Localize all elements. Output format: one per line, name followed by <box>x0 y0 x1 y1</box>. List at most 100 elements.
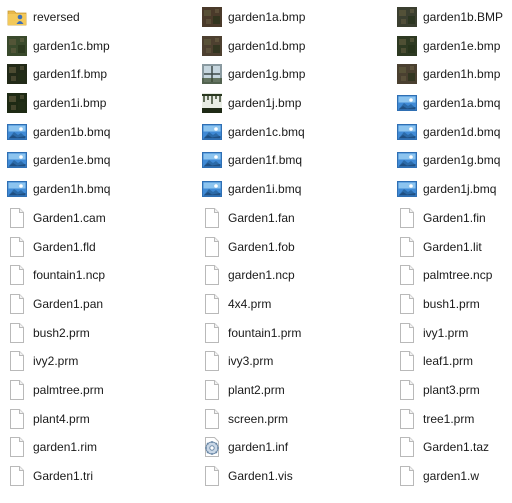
blank-file-icon <box>397 265 417 286</box>
blank-file-icon <box>202 379 222 400</box>
file-item[interactable]: bush1.prm <box>397 290 512 318</box>
file-item[interactable]: garden1g.bmq <box>397 146 512 174</box>
blank-file-icon <box>202 293 222 314</box>
file-name: garden1d.bmp <box>228 38 306 53</box>
file-item[interactable]: garden1g.bmp <box>202 60 392 88</box>
file-item[interactable]: garden1.w <box>397 462 512 490</box>
file-row: garden1i.bmp garden1j.bmp garden1a.bmq <box>0 89 512 118</box>
file-name: plant3.prm <box>423 382 480 397</box>
blank-file-icon <box>7 351 27 372</box>
file-item[interactable]: garden1j.bmp <box>202 89 392 117</box>
blank-file-icon <box>397 437 417 458</box>
file-item[interactable]: Garden1.pan <box>7 290 197 318</box>
bmp-thumb-icon <box>397 7 417 27</box>
file-item[interactable]: garden1c.bmq <box>202 118 392 146</box>
file-item[interactable]: leaf1.prm <box>397 347 512 375</box>
blank-file-icon <box>202 408 222 429</box>
bmq-image-icon <box>7 179 27 199</box>
file-item[interactable]: garden1e.bmp <box>397 32 512 60</box>
file-name: Garden1.cam <box>33 210 106 225</box>
file-name: 4x4.prm <box>228 296 272 311</box>
blank-file-icon <box>7 207 27 228</box>
file-name: screen.prm <box>228 411 289 426</box>
file-name: Garden1.vis <box>228 469 293 483</box>
blank-file-icon <box>202 236 222 257</box>
file-item[interactable]: garden1a.bmq <box>397 89 512 117</box>
file-name: garden1c.bmp <box>33 38 110 53</box>
file-name: garden1g.bmp <box>228 67 306 82</box>
file-name: garden1h.bmq <box>33 182 111 197</box>
file-item[interactable]: garden1e.bmq <box>7 146 197 174</box>
file-row: garden1.rim garden1.inf Garden1.taz <box>0 433 512 462</box>
file-item[interactable]: garden1h.bmp <box>397 60 512 88</box>
file-item[interactable]: reversed <box>7 3 197 31</box>
file-item[interactable]: garden1.rim <box>7 433 197 461</box>
file-item[interactable]: garden1.ncp <box>202 261 392 289</box>
file-item[interactable]: 4x4.prm <box>202 290 392 318</box>
file-item[interactable]: garden1b.BMP <box>397 3 512 31</box>
file-item[interactable]: garden1i.bmp <box>7 89 197 117</box>
file-item[interactable]: Garden1.tri <box>7 462 197 490</box>
file-item[interactable]: Garden1.fan <box>202 204 392 232</box>
file-item[interactable]: plant2.prm <box>202 376 392 404</box>
file-item[interactable]: Garden1.vis <box>202 462 392 490</box>
file-item[interactable]: screen.prm <box>202 405 392 433</box>
file-name: garden1j.bmq <box>423 182 497 197</box>
blank-file-icon <box>397 466 417 486</box>
file-row: Garden1.fld Garden1.fob Garden1.lit <box>0 233 512 262</box>
file-item[interactable]: garden1d.bmq <box>397 118 512 146</box>
blank-file-icon <box>202 265 222 286</box>
file-name: palmtree.ncp <box>423 268 493 283</box>
file-name: garden1a.bmp <box>228 10 306 24</box>
file-name: Garden1.fan <box>228 210 295 225</box>
file-name: leaf1.prm <box>423 354 474 369</box>
file-name: garden1i.bmq <box>228 182 302 197</box>
file-item[interactable]: garden1.inf <box>202 433 392 461</box>
file-item[interactable]: garden1j.bmq <box>397 175 512 203</box>
file-item[interactable]: garden1h.bmq <box>7 175 197 203</box>
file-name: Garden1.pan <box>33 296 104 311</box>
bmp-thumb-icon <box>7 93 27 114</box>
file-item[interactable]: palmtree.prm <box>7 376 197 404</box>
file-item[interactable]: garden1c.bmp <box>7 32 197 60</box>
file-row: garden1b.bmq garden1c.bmq garden1d.bmq <box>0 118 512 147</box>
file-row: garden1h.bmq garden1i.bmq garden1j.bmq <box>0 175 512 204</box>
file-item[interactable]: fountain1.prm <box>202 319 392 347</box>
file-item[interactable]: Garden1.fld <box>7 233 197 261</box>
file-item[interactable]: garden1d.bmp <box>202 32 392 60</box>
file-name: garden1f.bmq <box>228 153 303 168</box>
file-name: palmtree.prm <box>33 382 104 397</box>
bmq-image-icon <box>202 122 222 142</box>
file-item[interactable]: Garden1.fob <box>202 233 392 261</box>
file-name: garden1e.bmq <box>33 153 111 168</box>
file-item[interactable]: plant3.prm <box>397 376 512 404</box>
file-item[interactable]: Garden1.taz <box>397 433 512 461</box>
file-item[interactable]: Garden1.lit <box>397 233 512 261</box>
file-item[interactable]: Garden1.fin <box>397 204 512 232</box>
file-name: ivy3.prm <box>228 354 274 369</box>
file-item[interactable]: palmtree.ncp <box>397 261 512 289</box>
file-item[interactable]: tree1.prm <box>397 405 512 433</box>
file-name: garden1d.bmq <box>423 124 501 139</box>
bmp-thumb-icon <box>397 35 417 56</box>
file-item[interactable]: ivy2.prm <box>7 347 197 375</box>
file-item[interactable]: garden1i.bmq <box>202 175 392 203</box>
file-item[interactable]: bush2.prm <box>7 319 197 347</box>
file-row: garden1c.bmp garden1d.bmp garden1e.bmp <box>0 32 512 61</box>
file-row: Garden1.cam Garden1.fan Garden1.fin <box>0 204 512 233</box>
blank-file-icon <box>397 351 417 372</box>
file-item[interactable]: plant4.prm <box>7 405 197 433</box>
file-grid: reversed garden1a.bmp garden1b.BMP garde… <box>0 3 512 491</box>
file-item[interactable]: ivy1.prm <box>397 319 512 347</box>
file-name: garden1.w <box>423 469 480 483</box>
bmp-thumb-icon <box>7 64 27 85</box>
file-item[interactable]: fountain1.ncp <box>7 261 197 289</box>
file-item[interactable]: garden1a.bmp <box>202 3 392 31</box>
file-name: Garden1.fin <box>423 210 486 225</box>
bmp-thumb-icon <box>202 35 222 56</box>
file-item[interactable]: garden1f.bmq <box>202 146 392 174</box>
file-item[interactable]: garden1b.bmq <box>7 118 197 146</box>
file-item[interactable]: Garden1.cam <box>7 204 197 232</box>
file-item[interactable]: ivy3.prm <box>202 347 392 375</box>
file-item[interactable]: garden1f.bmp <box>7 60 197 88</box>
